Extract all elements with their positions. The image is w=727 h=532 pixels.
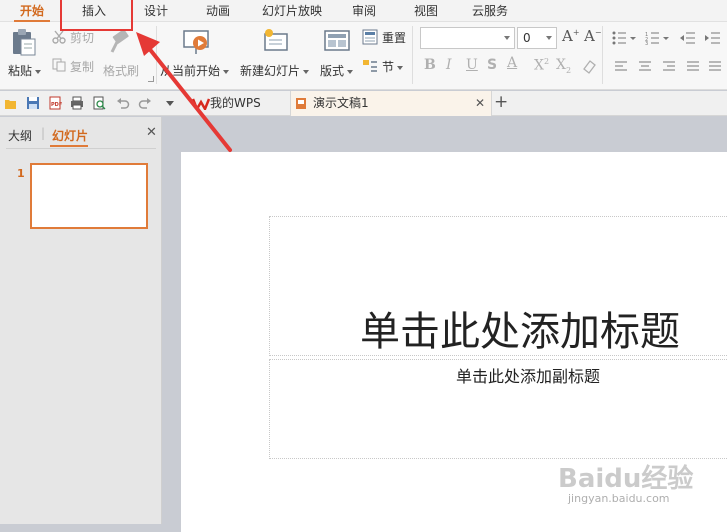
tab-review[interactable]: 审阅 — [346, 0, 382, 22]
baidu-watermark: Baidu经验 jingyan.baidu.com — [556, 458, 716, 512]
reset-icon — [362, 29, 378, 45]
tab-divider: | — [41, 126, 46, 140]
superscript-icon[interactable]: X2 — [534, 57, 549, 74]
new-slide-label: 新建幻灯片 — [240, 64, 301, 78]
font-name-combo[interactable] — [420, 27, 515, 49]
reset-button[interactable]: 重置 — [382, 29, 406, 46]
eraser-icon[interactable] — [582, 58, 596, 74]
subscript-icon[interactable]: X2 — [556, 57, 571, 75]
slide-number: 1 — [17, 167, 25, 180]
watermark-url: jingyan.baidu.com — [568, 492, 670, 505]
doc-tab-presentation-label: 演示文稿1 — [313, 96, 369, 110]
slides-tab-underline — [50, 145, 88, 147]
tab-home[interactable]: 开始 — [14, 0, 50, 22]
save-icon[interactable] — [26, 96, 40, 110]
bullets-icon[interactable] — [612, 31, 642, 45]
scissors-icon — [52, 30, 66, 44]
subtitle-placeholder[interactable]: 单击此处添加副标题 — [269, 359, 727, 459]
cut-button[interactable]: 剪切 — [70, 29, 94, 46]
doc-tab-presentation[interactable]: 演示文稿1 ✕ — [290, 91, 492, 116]
new-slide-button[interactable]: 新建幻灯片 — [238, 26, 314, 84]
layout-button[interactable]: 版式 — [318, 26, 358, 84]
align-left-icon[interactable] — [614, 60, 628, 72]
outline-tab[interactable]: 大纲 — [8, 127, 32, 144]
svg-text:3: 3 — [645, 41, 648, 45]
section-icon — [363, 60, 377, 72]
new-tab-icon[interactable]: + — [494, 92, 508, 112]
export-pdf-icon[interactable]: PDF — [48, 96, 62, 110]
clipboard-icon — [13, 29, 36, 56]
new-slide-icon — [264, 29, 288, 51]
decrease-font-icon[interactable]: A− — [584, 27, 602, 45]
section-button[interactable]: 节 — [382, 60, 394, 74]
svg-text:PDF: PDF — [51, 102, 62, 108]
print-icon[interactable] — [70, 96, 84, 110]
title-placeholder[interactable]: 单击此处添加标题 — [269, 216, 727, 356]
copy-button[interactable]: 复制 — [70, 58, 94, 75]
layout-icon — [324, 30, 350, 51]
layout-label: 版式 — [320, 64, 345, 78]
ribbon-separator — [602, 26, 603, 84]
align-right-icon[interactable] — [662, 60, 676, 72]
paste-label: 粘贴 — [8, 64, 33, 78]
tab-slideshow[interactable]: 幻灯片放映 — [256, 0, 328, 22]
underline-icon[interactable]: U — [466, 57, 478, 73]
title-placeholder-text: 单击此处添加标题 — [360, 309, 680, 355]
tab-animation[interactable]: 动画 — [200, 0, 236, 22]
undo-icon[interactable] — [116, 97, 130, 110]
font-color-icon[interactable]: A — [507, 55, 517, 71]
close-tab-icon[interactable]: ✕ — [475, 91, 485, 116]
shadow-icon[interactable]: S — [487, 57, 497, 73]
ribbon: 粘贴 剪切 复制 格式刷 从当前开始 新建幻灯片 版式 重置 节 0 A+ A−… — [0, 22, 727, 90]
slide-thumbnail[interactable] — [30, 163, 148, 229]
font-size-combo[interactable]: 0 — [517, 27, 557, 49]
increase-indent-icon[interactable] — [705, 31, 721, 45]
annotation-highlight-box — [60, 0, 133, 31]
bold-icon[interactable]: B — [424, 57, 436, 73]
subtitle-placeholder-text: 单击此处添加副标题 — [456, 367, 601, 386]
presentation-file-icon — [296, 98, 306, 109]
tab-cloud[interactable]: 云服务 — [466, 0, 514, 22]
slides-tab[interactable]: 幻灯片 — [52, 127, 88, 144]
open-folder-icon[interactable] — [4, 97, 18, 110]
copy-icon — [52, 58, 66, 72]
print-preview-icon[interactable] — [92, 96, 106, 110]
italic-icon[interactable]: I — [446, 57, 452, 73]
tab-design[interactable]: 设计 — [138, 0, 174, 22]
tab-view[interactable]: 视图 — [408, 0, 444, 22]
increase-font-icon[interactable]: A+ — [562, 27, 580, 45]
quick-access-bar: PDF 我的WPS 演示文稿1 ✕ + — [0, 91, 727, 116]
numbering-icon[interactable]: 123 — [645, 31, 675, 45]
annotation-arrow — [136, 32, 232, 152]
paste-button[interactable]: 粘贴 — [4, 26, 44, 84]
align-center-icon[interactable] — [638, 60, 652, 72]
ribbon-separator — [412, 26, 413, 84]
watermark-text: Baidu经验 — [558, 464, 694, 494]
decrease-indent-icon[interactable] — [680, 31, 696, 45]
distribute-icon[interactable] — [708, 60, 722, 72]
font-size-value: 0 — [523, 31, 531, 45]
justify-icon[interactable] — [686, 60, 700, 72]
